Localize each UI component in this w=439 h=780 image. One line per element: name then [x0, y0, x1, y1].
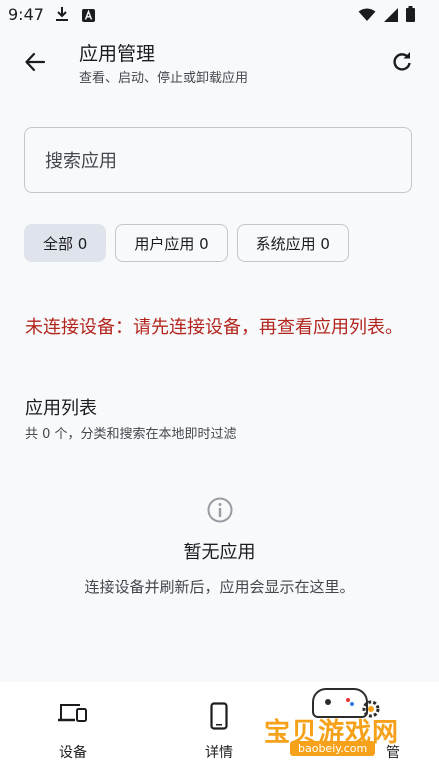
filter-chips: 全部 0 用户应用 0 系统应用 0: [24, 224, 349, 262]
nav-label-devices: 设备: [59, 745, 87, 761]
filter-chip-user-apps[interactable]: 用户应用 0: [115, 224, 228, 262]
back-button[interactable]: [18, 45, 52, 79]
app-screen: 9:47 应用管理 查看、启动、停止或卸载应用 搜索应用 全部 0 用户应用 0…: [0, 0, 439, 780]
page-title: 应用管理: [79, 43, 156, 65]
battery-icon: [406, 6, 415, 26]
status-time: 9:47: [8, 5, 44, 24]
refresh-button[interactable]: [385, 45, 419, 79]
app-list-title: 应用列表: [25, 398, 97, 419]
empty-state-title: 暂无应用: [183, 542, 256, 563]
devices-icon: [58, 704, 87, 722]
download-icon: [55, 6, 69, 26]
filter-chip-system-apps[interactable]: 系统应用 0: [236, 224, 349, 262]
error-message: 未连接设备：请先连接设备，再查看应用列表。: [25, 317, 403, 338]
arrow-left-icon: [25, 52, 46, 72]
phone-icon: [210, 702, 228, 730]
nav-item-devices[interactable]: 设备: [0, 682, 146, 780]
empty-state-description: 连接设备并刷新后，应用会显示在这里。: [84, 578, 355, 596]
app-list-subtitle: 共 0 个，分类和搜索在本地即时过滤: [25, 427, 237, 442]
a-badge-icon: [82, 7, 95, 26]
wifi-icon: [358, 7, 376, 26]
info-icon: [207, 497, 233, 523]
search-field[interactable]: [24, 127, 412, 194]
search-input[interactable]: [43, 128, 397, 194]
signal-icon: [384, 7, 398, 26]
refresh-icon: [393, 52, 411, 71]
watermark-url: baobeiy.com: [290, 741, 376, 756]
watermark-logo: 宝贝游戏网 baobeiy.com: [262, 688, 412, 766]
status-bar: 9:47: [0, 0, 439, 30]
filter-chip-all[interactable]: 全部 0: [24, 224, 107, 262]
page-subtitle: 查看、启动、停止或卸载应用: [79, 71, 249, 86]
